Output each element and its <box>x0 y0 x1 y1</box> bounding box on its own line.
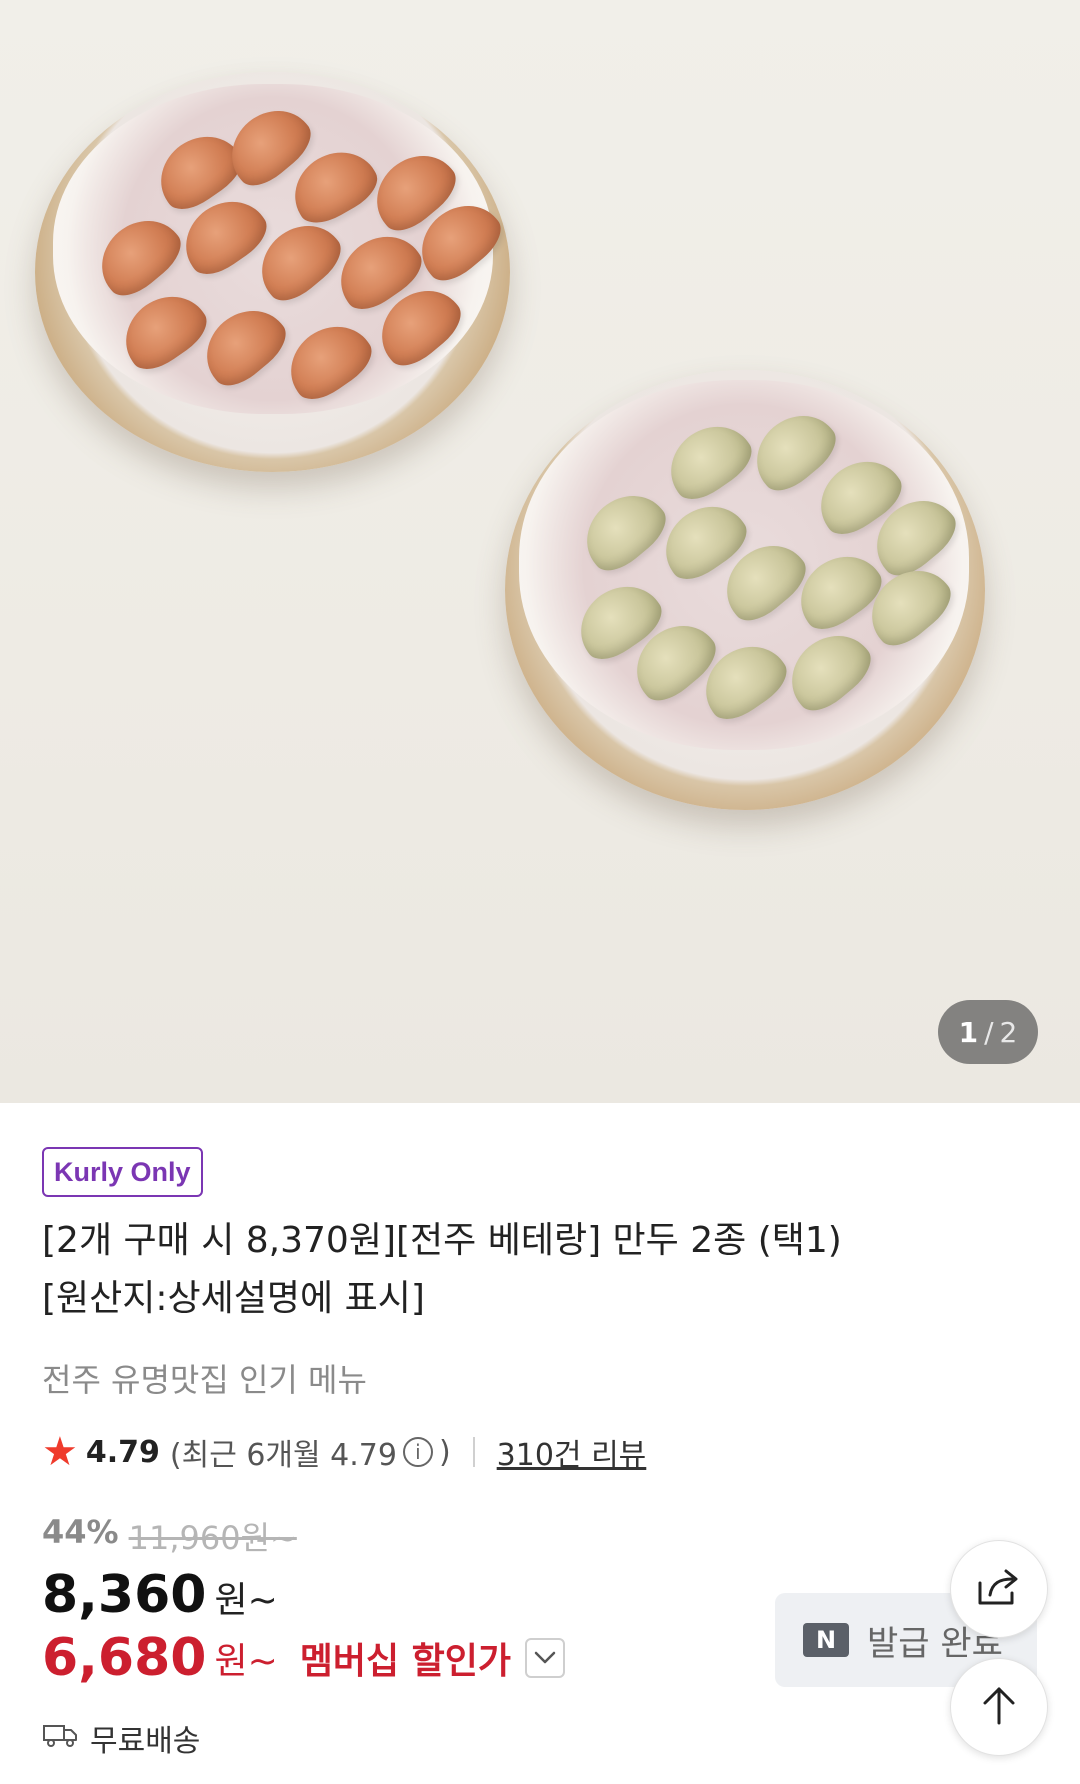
truck-icon <box>42 1721 78 1756</box>
sale-price-unit: 원~ <box>214 1580 278 1621</box>
chevron-down-icon[interactable] <box>525 1638 566 1678</box>
product-title: [2개 구매 시 8,370원][전주 베테랑] 만두 2종 (택1) [원산지… <box>42 1212 1002 1328</box>
discount-row: 44% 11,960원~ <box>42 1513 297 1559</box>
sale-price: 8,360 <box>42 1565 207 1625</box>
arrow-up-icon <box>981 1685 1017 1729</box>
divider <box>472 1437 475 1467</box>
sale-price-row: 8,360 원~ <box>42 1565 278 1625</box>
counter-separator: / <box>984 1015 994 1049</box>
star-icon: ★ <box>42 1429 78 1475</box>
shipping-info: 무료배송 <box>42 1716 200 1760</box>
member-price: 6,680 <box>42 1628 207 1688</box>
discount-rate: 44% <box>42 1513 119 1551</box>
naver-icon: N <box>803 1623 849 1657</box>
scroll-top-button[interactable] <box>950 1658 1048 1756</box>
info-icon[interactable]: i <box>402 1437 433 1467</box>
recent-rating-text: (최근 6개월 4.79 <box>169 1438 397 1473</box>
product-image[interactable]: 1 / 2 <box>0 0 1080 1103</box>
recent-rating: (최근 6개월 4.79 i ) <box>170 1430 451 1474</box>
share-button[interactable] <box>950 1540 1048 1638</box>
rating-row: ★ 4.79 (최근 6개월 4.79 i ) 310건 리뷰 <box>42 1428 646 1476</box>
member-price-row: 6,680 원~ 멤버십 할인가 <box>42 1628 566 1688</box>
product-subtitle: 전주 유명맛집 인기 메뉴 <box>42 1361 367 1399</box>
product-title-line1: [2개 구매 시 8,370원][전주 베테랑] 만두 2종 (택1) <box>42 1220 842 1261</box>
shipping-label: 무료배송 <box>90 1724 201 1759</box>
recent-rating-close: ) <box>438 1434 451 1470</box>
image-counter: 1 / 2 <box>938 1000 1038 1064</box>
original-price: 11,960원~ <box>128 1519 297 1557</box>
member-price-unit: 원~ <box>214 1641 278 1682</box>
rating-score: 4.79 <box>85 1434 160 1470</box>
share-icon <box>976 1567 1022 1611</box>
kurly-only-badge: Kurly Only <box>42 1147 203 1197</box>
member-price-label: 멤버십 할인가 <box>299 1641 512 1682</box>
counter-current: 1 <box>958 1015 979 1049</box>
review-count-link[interactable]: 310건 리뷰 <box>497 1430 647 1474</box>
counter-total: 2 <box>999 1015 1018 1049</box>
product-title-line2: [원산지:상세설명에 표시] <box>42 1278 425 1319</box>
